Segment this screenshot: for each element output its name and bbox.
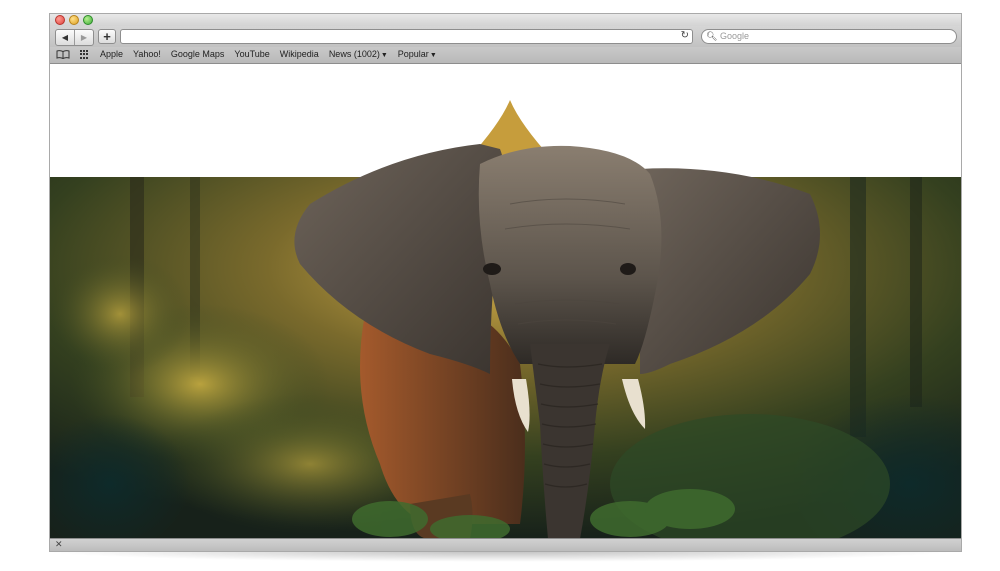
bookmark-label: Google Maps bbox=[170, 49, 225, 59]
bookmark-popular-folder[interactable]: Popular▼ bbox=[398, 49, 437, 59]
bookmark-label: News (1002) bbox=[328, 49, 380, 59]
search-field[interactable]: 🔍︎ Google bbox=[701, 29, 957, 44]
bookmark-wikipedia[interactable]: Wikipedia bbox=[280, 49, 319, 59]
bookmarks-bar: Apple Yahoo! Google Maps YouTube Wikiped… bbox=[50, 47, 961, 64]
plus-icon: + bbox=[103, 29, 111, 44]
back-button[interactable]: ◀ bbox=[56, 30, 74, 45]
forward-button[interactable]: ▶ bbox=[74, 30, 93, 45]
page-content bbox=[50, 64, 961, 539]
nav-buttons: ◀ ▶ bbox=[55, 29, 94, 46]
zoom-window-button[interactable] bbox=[83, 15, 93, 25]
browser-window: ◀ ▶ + ↻ 🔍︎ Google Apple Yahoo! Google Ma… bbox=[49, 13, 962, 552]
bookmark-news-folder[interactable]: News (1002)▼ bbox=[329, 49, 388, 59]
reload-icon[interactable]: ↻ bbox=[681, 30, 689, 41]
bookmark-items: Apple Yahoo! Google Maps YouTube Wikiped… bbox=[100, 49, 437, 59]
status-bar: ✕ bbox=[50, 538, 961, 551]
minimize-window-button[interactable] bbox=[69, 15, 79, 25]
bookmark-apple[interactable]: Apple bbox=[100, 49, 123, 59]
close-window-button[interactable] bbox=[55, 15, 65, 25]
add-bookmark-button[interactable]: + bbox=[98, 29, 116, 44]
chevron-down-icon: ▼ bbox=[429, 52, 437, 59]
toolbar: ◀ ▶ + ↻ 🔍︎ Google bbox=[50, 26, 961, 47]
search-icon: 🔍︎ bbox=[706, 31, 718, 41]
bookmark-youtube[interactable]: YouTube bbox=[234, 49, 269, 59]
close-icon[interactable]: ✕ bbox=[55, 539, 63, 550]
book-icon[interactable] bbox=[56, 50, 70, 59]
bookmark-yahoo[interactable]: Yahoo! bbox=[133, 49, 161, 59]
top-sites-grid-icon[interactable] bbox=[80, 50, 89, 59]
bookmark-label: Apple bbox=[100, 49, 124, 59]
address-bar[interactable]: ↻ bbox=[120, 29, 693, 44]
forward-arrow-icon: ▶ bbox=[80, 33, 88, 42]
title-bar bbox=[50, 14, 961, 26]
bookmark-label: Wikipedia bbox=[279, 49, 319, 59]
chevron-down-icon: ▼ bbox=[380, 52, 388, 59]
elephant-image bbox=[50, 100, 961, 539]
back-arrow-icon: ◀ bbox=[61, 33, 69, 42]
bookmark-label: Yahoo! bbox=[133, 49, 161, 59]
bookmark-label: YouTube bbox=[234, 49, 270, 59]
bookmark-google-maps[interactable]: Google Maps bbox=[171, 49, 225, 59]
search-placeholder[interactable]: Google bbox=[720, 31, 749, 41]
bookmark-label: Popular bbox=[397, 49, 429, 59]
